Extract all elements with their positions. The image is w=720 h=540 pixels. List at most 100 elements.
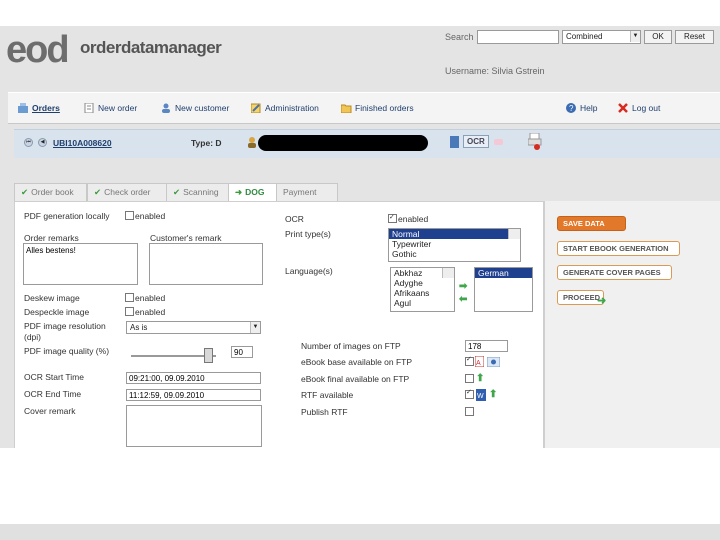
selected-languages-list[interactable]: German <box>474 267 533 312</box>
orders-icon <box>18 103 28 113</box>
ocr-end-input[interactable] <box>126 389 261 401</box>
nav-orders-label: Orders <box>32 103 60 113</box>
ocr-enabled-label: enabled <box>398 214 429 224</box>
checkbox-checked-icon <box>465 390 474 399</box>
remove-language-icon[interactable]: ⬅ <box>459 294 467 305</box>
publish-rtf-label: Publish RTF <box>301 407 348 417</box>
available-languages-list[interactable]: Abkhaz Adyghe Afrikaans Agul <box>390 267 455 312</box>
new-customer-icon <box>161 103 171 113</box>
tab-order-book[interactable]: ✔ Order book <box>14 183 87 201</box>
save-data-button[interactable]: SAVE DATA <box>557 216 626 231</box>
list-item[interactable]: Normal <box>389 229 520 239</box>
cover-remark-field[interactable] <box>126 405 262 447</box>
list-item[interactable]: Gothic <box>389 249 520 259</box>
pdf-generation-label: PDF generation locally <box>24 211 110 221</box>
ok-button[interactable]: OK <box>644 30 672 44</box>
prev-record-icon[interactable]: ◀ <box>38 138 47 147</box>
list-item[interactable]: German <box>475 268 532 278</box>
nav-logout-label: Log out <box>632 103 661 113</box>
chevron-down-icon: ▼ <box>630 31 640 42</box>
check-icon: ✔ <box>21 187 29 197</box>
ocr-start-input[interactable] <box>126 372 261 384</box>
svg-text:A: A <box>476 360 481 367</box>
generate-cover-pages-button[interactable]: GENERATE COVER PAGES <box>557 265 672 280</box>
print-type-list[interactable]: Normal Typewriter Gothic <box>388 228 521 262</box>
list-item[interactable]: Afrikaans <box>391 288 454 298</box>
folder-icon <box>340 103 352 114</box>
list-item[interactable]: Typewriter <box>389 239 520 249</box>
checkbox-checked-icon <box>465 357 474 366</box>
view-icon[interactable] <box>486 356 501 369</box>
nav-new-order[interactable]: New order <box>84 102 138 114</box>
pdf-quality-slider-thumb[interactable] <box>203 348 213 363</box>
first-record-icon[interactable]: ⏮ <box>24 138 33 147</box>
pdf-icon[interactable]: A <box>474 355 485 369</box>
nav-help-label: Help <box>580 103 598 113</box>
document-icon <box>450 136 460 150</box>
ocr-checkbox[interactable]: enabled <box>388 214 428 224</box>
despeckle-enabled-label: enabled <box>135 307 166 317</box>
svg-text:?: ? <box>569 104 574 113</box>
deskew-label: Deskew image <box>24 293 80 303</box>
despeckle-checkbox[interactable]: enabled <box>125 307 165 317</box>
deskew-checkbox[interactable]: enabled <box>125 293 165 303</box>
tab-payment-label: Payment <box>283 187 317 197</box>
eraser-icon[interactable] <box>494 138 504 148</box>
arrow-right-icon: ➜ <box>235 187 243 197</box>
nav-finished-orders[interactable]: Finished orders <box>340 103 414 114</box>
pdf-resolution-label: PDF image resolution <box>24 321 106 331</box>
tab-dog-label: DOG <box>245 187 265 197</box>
nav-help[interactable]: ? Help <box>566 103 597 113</box>
top-strip <box>0 0 720 26</box>
search-input[interactable] <box>477 30 559 44</box>
ocr-label: OCR <box>285 214 304 224</box>
customers-remark-field[interactable] <box>149 243 263 285</box>
print-icon[interactable] <box>527 132 542 153</box>
list-item[interactable]: Adyghe <box>391 278 454 288</box>
nav-logout[interactable]: Log out <box>618 103 660 113</box>
publish-rtf-checkbox[interactable] <box>465 407 475 417</box>
record-id[interactable]: UBI10A008620 <box>53 138 112 148</box>
record-type: Type: D <box>191 138 222 148</box>
pdf-quality-input[interactable] <box>231 346 253 358</box>
pdf-generation-checkbox[interactable]: enabled <box>125 211 165 221</box>
checkbox-icon <box>465 407 474 416</box>
add-language-icon[interactable]: ➡ <box>459 281 467 292</box>
new-order-icon <box>84 102 94 114</box>
rtf-available-label: RTF available <box>301 390 354 400</box>
pdf-quality-label: PDF image quality (%) <box>24 346 110 356</box>
nav-administration[interactable]: Administration <box>250 103 319 114</box>
start-ebook-generation-button[interactable]: START EBOOK GENERATION <box>557 241 680 256</box>
svg-text:W: W <box>477 393 484 400</box>
tab-payment[interactable]: Payment <box>276 183 338 201</box>
ebook-base-checkbox[interactable] <box>465 357 475 366</box>
scrollbar[interactable] <box>442 268 454 278</box>
rtf-available-checkbox[interactable] <box>465 390 475 399</box>
ebook-final-checkbox[interactable] <box>465 374 475 384</box>
list-item[interactable]: Agul <box>391 298 454 308</box>
proceed-label: PROCEED <box>563 293 601 302</box>
tab-check-order[interactable]: ✔ Check order <box>87 183 174 201</box>
upload-icon[interactable]: ⬆ <box>476 373 484 384</box>
nav-orders[interactable]: Orders <box>18 103 60 113</box>
pdf-resolution-unit: (dpi) <box>24 332 42 342</box>
reset-button[interactable]: Reset <box>675 30 714 44</box>
ocr-end-label: OCR End Time <box>24 389 82 399</box>
num-images-input[interactable] <box>465 340 508 352</box>
actions-panel <box>544 201 720 448</box>
deskew-enabled-label: enabled <box>135 293 166 303</box>
eod-logo: eod <box>6 30 70 70</box>
nav-new-customer[interactable]: New customer <box>161 103 229 113</box>
pdf-resolution-value: As is <box>130 323 148 332</box>
order-remarks-field[interactable]: Alles bestens! <box>23 243 138 285</box>
bottom-strip <box>0 524 720 540</box>
nav-administration-label: Administration <box>265 103 319 113</box>
nav-new-order-label: New order <box>98 103 138 113</box>
customers-remark-label: Customer's remark <box>150 233 222 243</box>
search-mode-select[interactable]: Combined ▼ <box>562 30 641 44</box>
pdf-resolution-select[interactable]: As is ▼ <box>126 321 261 334</box>
upload-icon[interactable]: ⬆ <box>489 389 497 400</box>
word-icon[interactable]: W <box>476 389 486 403</box>
scrollbar[interactable] <box>508 229 520 239</box>
ocr-badge[interactable]: OCR <box>463 135 489 148</box>
